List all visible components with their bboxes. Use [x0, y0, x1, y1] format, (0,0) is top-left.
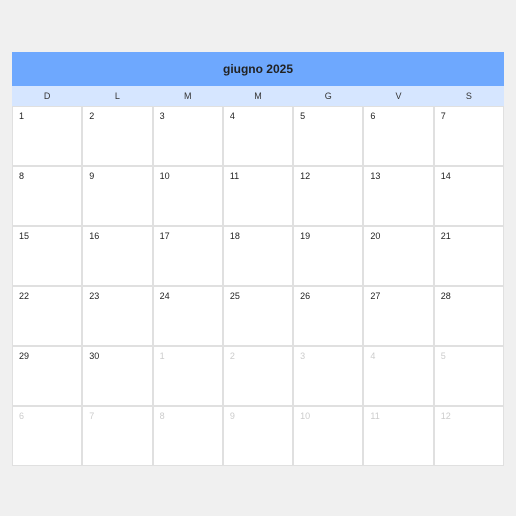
calendar-day-cell[interactable]: 6 [12, 406, 82, 466]
calendar-day-cell[interactable]: 10 [293, 406, 363, 466]
calendar-day-cell[interactable]: 8 [153, 406, 223, 466]
weekday-header: M [153, 86, 223, 106]
calendar-day-cell[interactable]: 2 [82, 106, 152, 166]
calendar-day-cell[interactable]: 30 [82, 346, 152, 406]
calendar-day-cell[interactable]: 5 [434, 346, 504, 406]
calendar-day-cell[interactable]: 10 [153, 166, 223, 226]
calendar-day-cell[interactable]: 18 [223, 226, 293, 286]
calendar-day-cell[interactable]: 1 [153, 346, 223, 406]
calendar-day-cell[interactable]: 22 [12, 286, 82, 346]
calendar-day-cell[interactable]: 28 [434, 286, 504, 346]
calendar-day-cell[interactable]: 23 [82, 286, 152, 346]
calendar-day-cell[interactable]: 19 [293, 226, 363, 286]
calendar-day-cell[interactable]: 11 [363, 406, 433, 466]
calendar-day-cell[interactable]: 9 [82, 166, 152, 226]
weekday-header: S [434, 86, 504, 106]
calendar-day-cell[interactable]: 24 [153, 286, 223, 346]
calendar-day-cell[interactable]: 6 [363, 106, 433, 166]
calendar-day-cell[interactable]: 2 [223, 346, 293, 406]
calendar-day-cell[interactable]: 16 [82, 226, 152, 286]
calendar-grid: 1234567891011121314151617181920212223242… [12, 106, 504, 466]
calendar-day-cell[interactable]: 25 [223, 286, 293, 346]
calendar-day-cell[interactable]: 20 [363, 226, 433, 286]
calendar-title: giugno 2025 [12, 52, 504, 86]
calendar-day-cell[interactable]: 15 [12, 226, 82, 286]
calendar-day-cell[interactable]: 4 [223, 106, 293, 166]
calendar-day-cell[interactable]: 3 [153, 106, 223, 166]
calendar-day-cell[interactable]: 26 [293, 286, 363, 346]
weekday-header: V [363, 86, 433, 106]
calendar-day-cell[interactable]: 17 [153, 226, 223, 286]
calendar-day-cell[interactable]: 11 [223, 166, 293, 226]
calendar-day-cell[interactable]: 9 [223, 406, 293, 466]
calendar-day-cell[interactable]: 29 [12, 346, 82, 406]
calendar-day-cell[interactable]: 13 [363, 166, 433, 226]
calendar-day-cell[interactable]: 1 [12, 106, 82, 166]
calendar-weekdays: DLMMGVS [12, 86, 504, 106]
calendar-day-cell[interactable]: 7 [434, 106, 504, 166]
calendar-day-cell[interactable]: 12 [434, 406, 504, 466]
calendar-day-cell[interactable]: 14 [434, 166, 504, 226]
calendar-day-cell[interactable]: 3 [293, 346, 363, 406]
weekday-header: L [82, 86, 152, 106]
weekday-header: M [223, 86, 293, 106]
weekday-header: G [293, 86, 363, 106]
calendar-day-cell[interactable]: 4 [363, 346, 433, 406]
calendar: giugno 2025 DLMMGVS 12345678910111213141… [12, 52, 504, 466]
calendar-day-cell[interactable]: 27 [363, 286, 433, 346]
calendar-day-cell[interactable]: 8 [12, 166, 82, 226]
calendar-day-cell[interactable]: 7 [82, 406, 152, 466]
weekday-header: D [12, 86, 82, 106]
calendar-day-cell[interactable]: 21 [434, 226, 504, 286]
calendar-day-cell[interactable]: 5 [293, 106, 363, 166]
calendar-day-cell[interactable]: 12 [293, 166, 363, 226]
